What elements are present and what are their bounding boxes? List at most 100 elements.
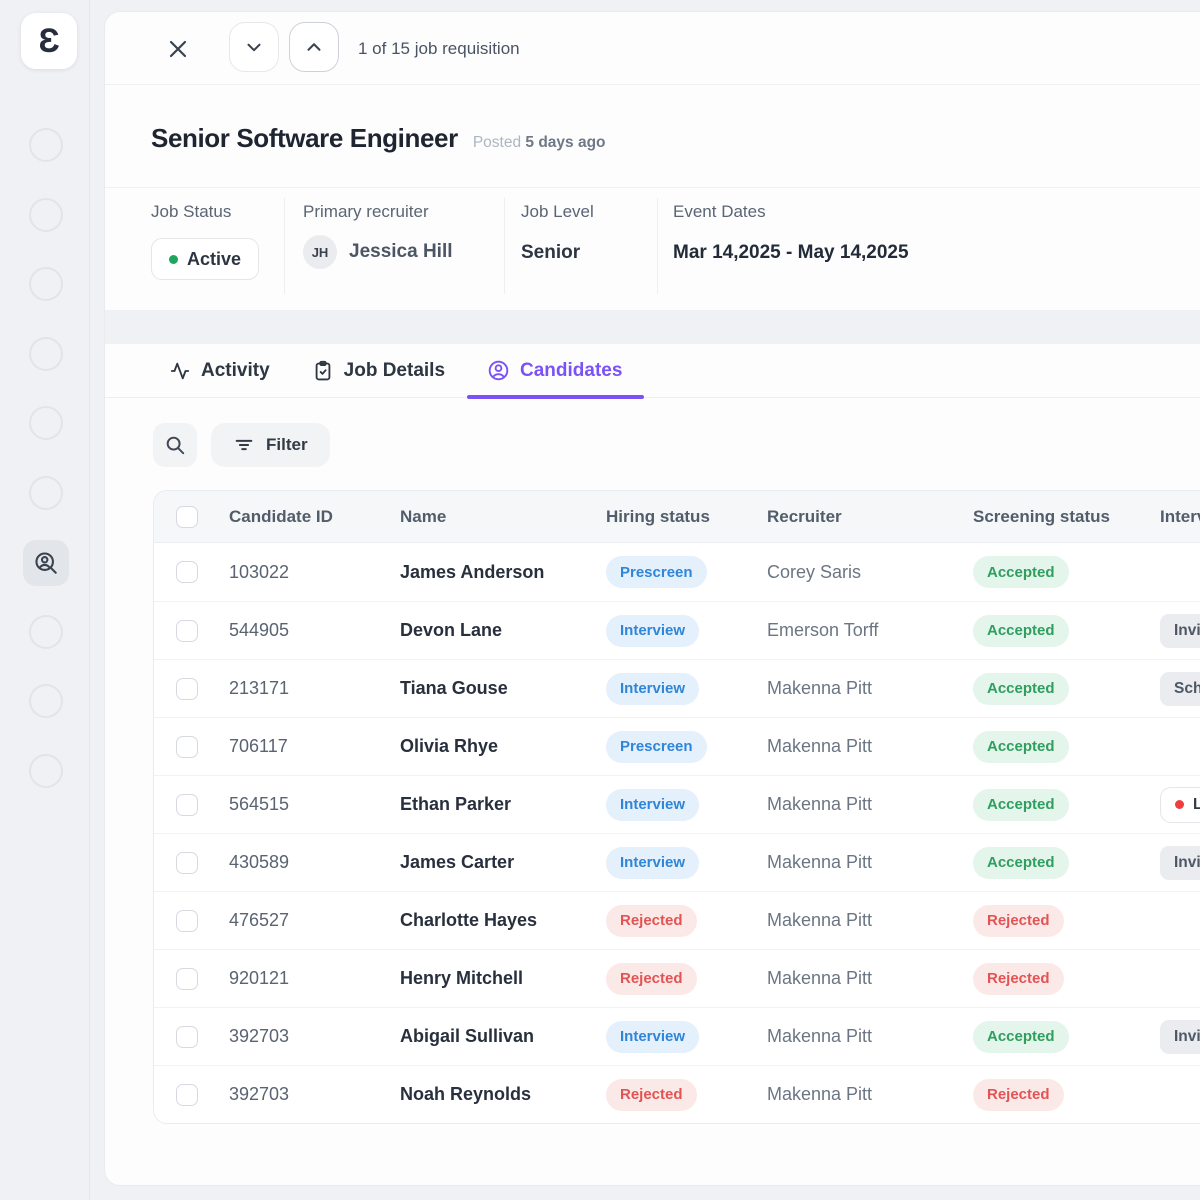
- table-row[interactable]: 544905 Devon Lane Interview Emerson Torf…: [154, 601, 1200, 659]
- person-search-icon: [33, 550, 59, 576]
- screening-status-cell: Accepted: [973, 718, 1069, 775]
- search-button[interactable]: [153, 423, 197, 467]
- row-checkbox[interactable]: [176, 736, 198, 758]
- job-level-label: Job Level: [521, 202, 594, 222]
- candidate-id-cell: 564515: [229, 776, 289, 833]
- table-row[interactable]: 706117 Olivia Rhye Prescreen Makenna Pit…: [154, 717, 1200, 775]
- table-row[interactable]: 430589 James Carter Interview Makenna Pi…: [154, 833, 1200, 891]
- recruiter-cell: Makenna Pitt: [767, 834, 872, 891]
- screening-status-cell: Accepted: [973, 602, 1069, 659]
- posted-ago: 5 days ago: [525, 134, 605, 151]
- interview-status-cell: Invited: [1160, 834, 1200, 891]
- row-checkbox[interactable]: [176, 561, 198, 583]
- live-dot-icon: [1175, 800, 1184, 809]
- status-pill-rejected: Rejected: [606, 1079, 697, 1111]
- row-checkbox[interactable]: [176, 1026, 198, 1048]
- select-all-checkbox[interactable]: [176, 506, 198, 528]
- hiring-status-cell: Prescreen: [606, 543, 707, 601]
- status-pill-rejected: Rejected: [973, 963, 1064, 995]
- clipboard-icon: [312, 360, 334, 382]
- status-pill-accepted: Accepted: [973, 847, 1069, 879]
- candidate-id-cell: 430589: [229, 834, 289, 891]
- sidebar-placeholder-icon[interactable]: [29, 684, 63, 718]
- row-checkbox[interactable]: [176, 794, 198, 816]
- tab-job-details[interactable]: Job Details: [312, 360, 445, 382]
- tab-activity[interactable]: Activity: [169, 360, 270, 382]
- table-row[interactable]: 103022 James Anderson Prescreen Corey Sa…: [154, 543, 1200, 601]
- hiring-status-cell: Interview: [606, 602, 699, 659]
- tab-bar: Activity Job Details Candidates: [105, 344, 1200, 398]
- close-icon[interactable]: [166, 37, 190, 61]
- sidebar-placeholder-icon[interactable]: [29, 754, 63, 788]
- screening-status-cell: Accepted: [973, 1008, 1069, 1065]
- candidate-id-cell: 392703: [229, 1008, 289, 1065]
- sidebar-placeholder-icon[interactable]: [29, 267, 63, 301]
- hiring-status-cell: Interview: [606, 834, 699, 891]
- screening-status-cell: Accepted: [973, 660, 1069, 717]
- chevron-down-icon: [243, 36, 265, 58]
- recruiter-cell: Makenna Pitt: [767, 950, 872, 1007]
- candidates-table: Candidate ID Name Hiring status Recruite…: [153, 490, 1200, 1124]
- candidate-name-cell: James Anderson: [400, 543, 544, 601]
- sidebar-placeholder-icon[interactable]: [29, 198, 63, 232]
- candidate-name-cell: James Carter: [400, 834, 514, 891]
- hiring-status-cell: Interview: [606, 776, 699, 833]
- table-row[interactable]: 564515 Ethan Parker Interview Makenna Pi…: [154, 775, 1200, 833]
- row-checkbox[interactable]: [176, 968, 198, 990]
- divider: [657, 198, 658, 294]
- column-header-screening-status: Screening status: [973, 491, 1110, 542]
- primary-recruiter-label: Primary recruiter: [303, 202, 429, 222]
- hiring-status-cell: Rejected: [606, 1066, 697, 1123]
- event-dates-value: Mar 14,2025 - May 14,2025: [673, 242, 909, 264]
- screening-status-cell: Rejected: [973, 1066, 1064, 1123]
- table-row[interactable]: 476527 Charlotte Hayes Rejected Makenna …: [154, 891, 1200, 949]
- candidate-name-cell: Abigail Sullivan: [400, 1008, 534, 1065]
- candidate-name-cell: Charlotte Hayes: [400, 892, 537, 949]
- candidate-id-cell: 920121: [229, 950, 289, 1007]
- sidebar-item-candidate-search[interactable]: [23, 540, 69, 586]
- candidate-name-cell: Olivia Rhye: [400, 718, 498, 775]
- row-checkbox[interactable]: [176, 1084, 198, 1106]
- candidate-id-cell: 476527: [229, 892, 289, 949]
- status-pill-interview: Interview: [606, 1021, 699, 1053]
- divider: [504, 198, 505, 294]
- hiring-status-cell: Rejected: [606, 892, 697, 949]
- screening-status-cell: Rejected: [973, 892, 1064, 949]
- candidate-id-cell: 103022: [229, 543, 289, 601]
- sidebar-placeholder-icon[interactable]: [29, 337, 63, 371]
- tab-label: Candidates: [520, 360, 622, 382]
- row-checkbox[interactable]: [176, 852, 198, 874]
- sidebar-placeholder-icon[interactable]: [29, 406, 63, 440]
- row-checkbox[interactable]: [176, 910, 198, 932]
- screening-status-cell: Accepted: [973, 834, 1069, 891]
- hiring-status-cell: Interview: [606, 1008, 699, 1065]
- posted-info: Posted 5 days ago: [473, 134, 606, 152]
- status-pill-accepted: Accepted: [973, 1021, 1069, 1053]
- table-row[interactable]: 392703 Noah Reynolds Rejected Makenna Pi…: [154, 1065, 1200, 1123]
- recruiter-cell: Makenna Pitt: [767, 1008, 872, 1065]
- column-header-recruiter: Recruiter: [767, 491, 842, 542]
- tab-candidates[interactable]: Candidates: [487, 359, 622, 382]
- row-checkbox[interactable]: [176, 620, 198, 642]
- sidebar-placeholder-icon[interactable]: [29, 476, 63, 510]
- status-pill-invited: Invited: [1160, 614, 1200, 648]
- sidebar-placeholder-icon[interactable]: [29, 615, 63, 649]
- recruiter-cell: Makenna Pitt: [767, 718, 872, 775]
- sidebar-placeholder-icon[interactable]: [29, 128, 63, 162]
- table-row[interactable]: 392703 Abigail Sullivan Interview Makenn…: [154, 1007, 1200, 1065]
- panel-topbar: 1 of 15 job requisition: [105, 12, 1200, 85]
- column-header-interview-status: Interview status: [1160, 491, 1200, 542]
- status-pill-live: Live: [1160, 787, 1200, 823]
- status-pill-invited: Invited: [1160, 1020, 1200, 1054]
- interview-status-cell: Invited: [1160, 1008, 1200, 1065]
- table-row[interactable]: 213171 Tiana Gouse Interview Makenna Pit…: [154, 659, 1200, 717]
- row-checkbox[interactable]: [176, 678, 198, 700]
- previous-requisition-button[interactable]: [289, 22, 339, 72]
- app-logo[interactable]: Ɛ: [21, 13, 77, 69]
- filter-button[interactable]: Filter: [211, 423, 330, 467]
- job-requisition-panel: 1 of 15 job requisition Senior Software …: [104, 11, 1200, 1186]
- next-requisition-button[interactable]: [229, 22, 279, 72]
- table-row[interactable]: 920121 Henry Mitchell Rejected Makenna P…: [154, 949, 1200, 1007]
- hiring-status-cell: Prescreen: [606, 718, 707, 775]
- candidate-id-cell: 544905: [229, 602, 289, 659]
